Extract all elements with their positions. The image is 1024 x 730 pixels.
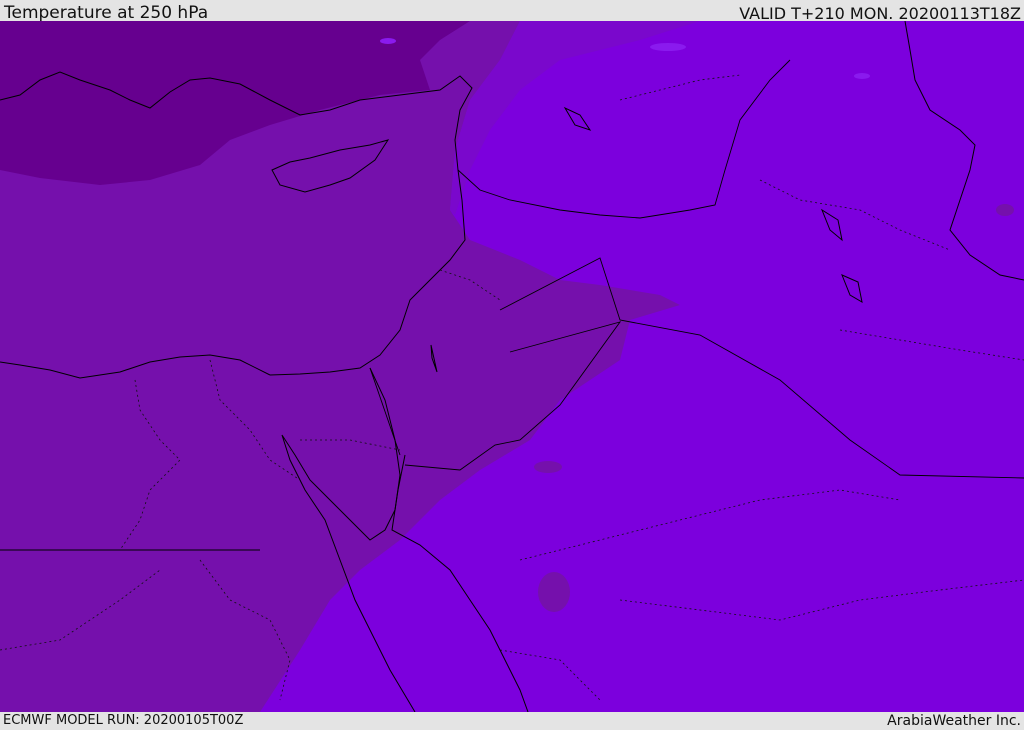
temperature-blob	[996, 204, 1014, 216]
header-bar: Temperature at 250 hPa VALID T+210 MON. …	[0, 0, 1024, 23]
temperature-patch-warm	[854, 73, 870, 79]
temperature-blob	[538, 572, 570, 612]
model-run: ECMWF MODEL RUN: 20200105T00Z	[3, 713, 244, 728]
temperature-patch-warm	[650, 43, 686, 51]
temperature-patch-warm	[380, 38, 396, 44]
credit-label: ArabiaWeather Inc.	[887, 713, 1021, 729]
temperature-blob	[534, 461, 562, 473]
weather-map[interactable]	[0, 21, 1024, 712]
footer-bar: ECMWF MODEL RUN: 20200105T00Z ArabiaWeat…	[0, 712, 1024, 729]
